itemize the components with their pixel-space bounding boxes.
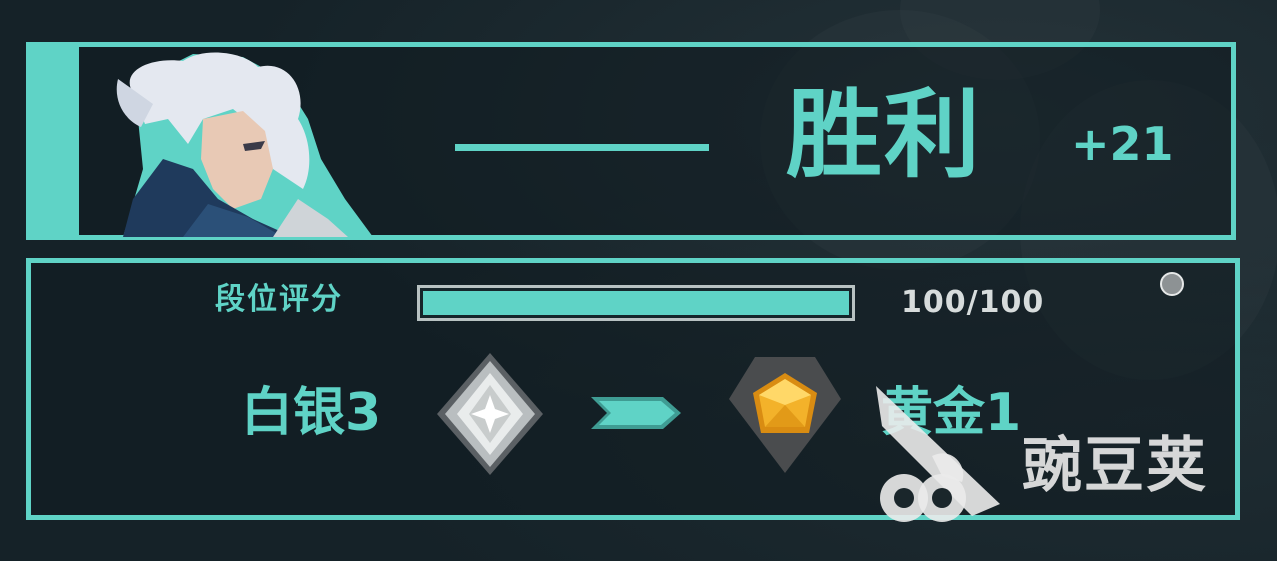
silver-rank-icon: [435, 351, 545, 477]
indicator-dot: [1160, 272, 1184, 296]
watermark-logo: 豌豆荚: [872, 386, 1252, 526]
rank-score-label: 段位评分: [215, 282, 343, 317]
match-result-title: 胜利: [786, 79, 982, 191]
rank-score-value: 100/100: [901, 285, 1045, 320]
agent-portrait-icon: [83, 49, 383, 237]
rank-points-delta: +21: [1071, 117, 1174, 171]
rank-score-progress-fill: [423, 291, 849, 315]
result-banner: 胜利 +21: [26, 42, 1236, 240]
match-result-screen: 胜利 +21 段位评分 100/100 白银3 黄金1 豌豆荚: [0, 0, 1277, 561]
gold-rank-icon: [727, 355, 843, 475]
arrow-right-icon: [591, 395, 683, 431]
accent-bar: [31, 47, 79, 235]
watermark-pea-icon: [876, 386, 1000, 522]
previous-rank-label: 白银3: [241, 383, 382, 443]
rank-score-progress-bar: [417, 285, 855, 321]
watermark-text: 豌豆荚: [1022, 431, 1208, 501]
result-divider-line: [455, 144, 709, 151]
